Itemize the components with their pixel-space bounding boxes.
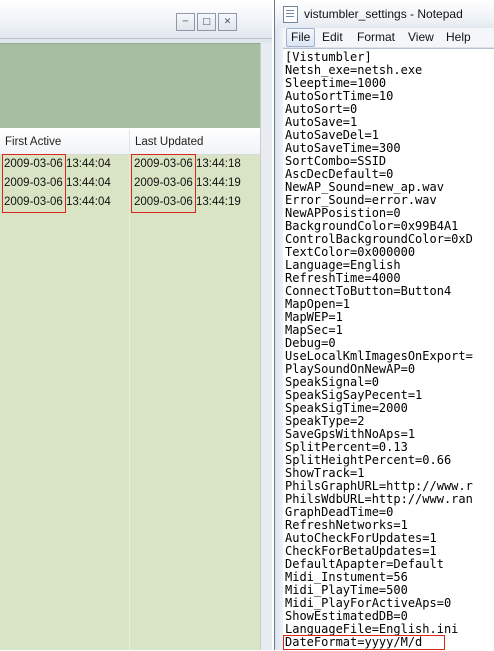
last-updated-date-highlight [131, 154, 196, 213]
vistumbler-window: ─ □ ✕ First Active Last Updated 2009-03-… [0, 0, 272, 650]
column-header-first-active[interactable]: First Active [5, 128, 61, 154]
menu-help[interactable]: Help [442, 28, 475, 47]
menu-edit[interactable]: Edit [318, 28, 347, 47]
maximize-button[interactable]: □ [197, 13, 216, 31]
first-active-time: 13:44:04 [66, 196, 111, 208]
menu-file[interactable]: File [286, 28, 316, 47]
network-list[interactable]: First Active Last Updated 2009-03-06 13:… [0, 128, 260, 650]
date-format-highlight [283, 635, 445, 650]
notepad-icon [283, 6, 298, 23]
window-title: vistumbler_settings - Notepad [304, 7, 463, 21]
menu-format[interactable]: Format [353, 28, 399, 47]
graph-panel [0, 43, 260, 128]
last-updated-time: 13:44:19 [196, 177, 241, 189]
first-active-date-highlight [2, 154, 66, 213]
notepad-window: vistumbler_settings - Notepad File Edit … [274, 0, 494, 651]
close-button[interactable]: ✕ [218, 13, 237, 31]
list-header: First Active Last Updated [0, 128, 260, 155]
notepad-titlebar[interactable]: vistumbler_settings - Notepad [275, 0, 494, 28]
menu-view[interactable]: View [404, 28, 438, 47]
vistumbler-titlebar: ─ □ ✕ [0, 0, 272, 39]
maximize-icon: □ [202, 17, 211, 27]
column-header-last-updated[interactable]: Last Updated [135, 128, 203, 154]
window-frame [275, 28, 283, 650]
column-gridline [129, 154, 130, 650]
column-divider[interactable] [129, 130, 130, 152]
last-updated-time: 13:44:19 [196, 196, 241, 208]
minimize-icon: ─ [182, 17, 189, 27]
minimize-button[interactable]: ─ [176, 13, 195, 31]
text-editor[interactable]: [Vistumbler] Netsh_exe=netsh.exe Sleeptime… [283, 48, 494, 651]
last-updated-time: 13:44:18 [196, 158, 241, 170]
close-icon: ✕ [223, 17, 232, 27]
first-active-time: 13:44:04 [66, 177, 111, 189]
first-active-time: 13:44:04 [66, 158, 111, 170]
vertical-scrollbar[interactable] [260, 43, 272, 650]
menu-bar: File Edit Format View Help [283, 28, 494, 48]
